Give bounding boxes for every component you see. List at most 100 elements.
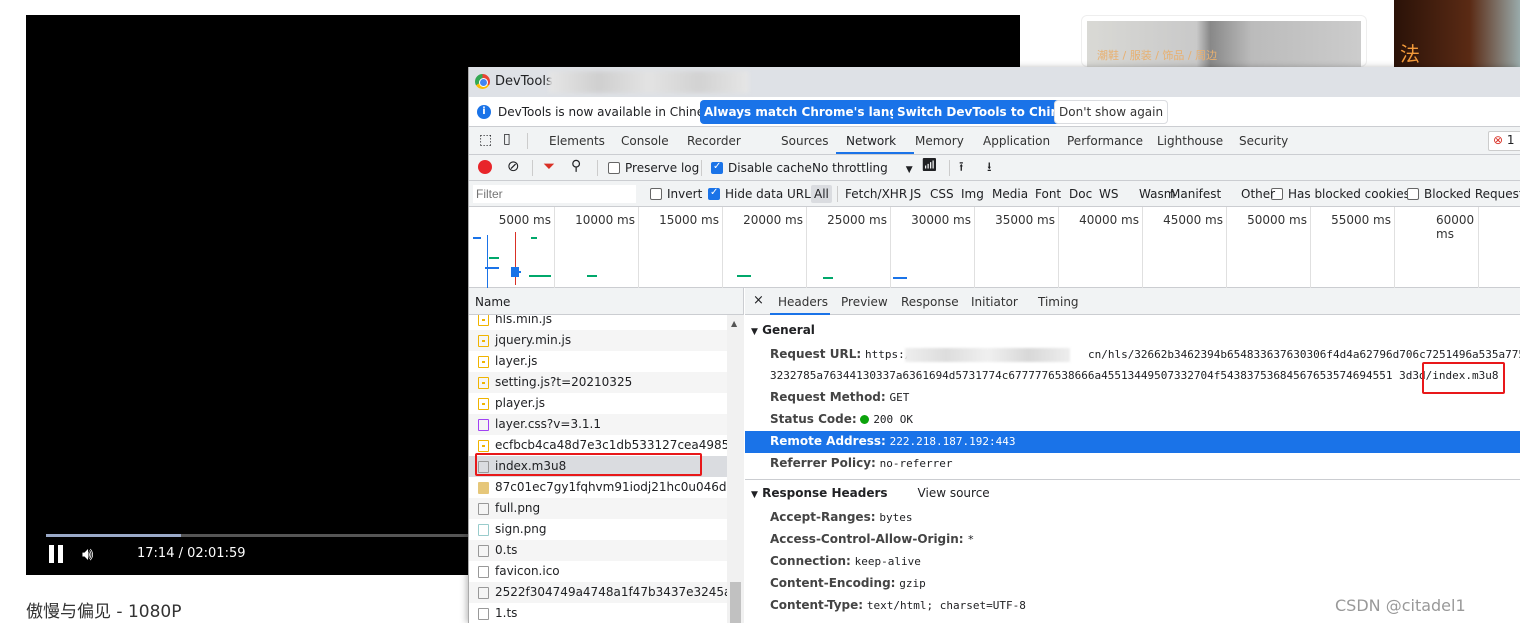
ad-text: 潮鞋 / 服装 / 饰品 / 周边 xyxy=(1087,21,1361,73)
divider xyxy=(837,186,838,202)
filter-type-all[interactable]: All xyxy=(811,185,832,203)
ad-banner[interactable]: 潮鞋 / 服装 / 饰品 / 周边 xyxy=(1081,15,1367,73)
tab-lighthouse[interactable]: Lighthouse xyxy=(1157,134,1223,148)
request-url-line2: 3232785a76344130337a6361694d5731774c6777… xyxy=(770,369,1499,382)
timeline-gridline xyxy=(1226,207,1227,288)
status-code-value: 200 OK xyxy=(873,413,914,426)
request-name: 0.ts xyxy=(495,543,518,557)
request-row[interactable]: setting.js?t=20210325 xyxy=(469,372,727,393)
filter-icon[interactable]: ⏷ xyxy=(543,157,555,175)
general-section-toggle[interactable]: ▼ General xyxy=(751,323,815,337)
request-name: 2522f304749a4748a1f47b3437e3245a xyxy=(495,585,727,599)
timeline-tick-label: 5000 ms xyxy=(498,213,551,227)
file-doc-icon xyxy=(478,587,489,599)
language-infobar: i DevTools is now available in Chinese! … xyxy=(469,97,1520,127)
request-row[interactable]: hls.min.js xyxy=(469,315,727,330)
clear-icon[interactable]: ⊘ xyxy=(507,157,520,175)
file-doc-icon xyxy=(478,566,489,578)
tab-sources[interactable]: Sources xyxy=(781,134,828,148)
request-name: 87c01ec7gy1fqhvm91iodj21hc0u046d.jpg xyxy=(495,480,727,494)
network-conditions-icon[interactable]: 📶︎ xyxy=(921,158,938,173)
tab-memory[interactable]: Memory xyxy=(915,134,964,148)
file-js-icon xyxy=(478,398,489,410)
tab-elements[interactable]: Elements xyxy=(549,134,605,148)
request-row[interactable]: layer.js xyxy=(469,351,727,372)
filter-type-media[interactable]: Media xyxy=(992,187,1028,201)
request-name: full.png xyxy=(495,501,541,515)
disable-cache-checkbox[interactable] xyxy=(711,161,723,174)
throttling-select[interactable]: No throttling ▼ xyxy=(812,161,913,175)
scroll-up-icon[interactable]: ▲ xyxy=(731,319,737,328)
view-source-link[interactable]: View source xyxy=(918,486,990,500)
request-name: player.js xyxy=(495,396,546,410)
search-icon[interactable]: ⚲ xyxy=(571,158,581,174)
filter-type-fetch-xhr[interactable]: Fetch/XHR xyxy=(845,187,907,201)
filter-type-font[interactable]: Font xyxy=(1035,187,1061,201)
preserve-log-checkbox[interactable] xyxy=(608,162,620,174)
ad-image[interactable]: 法 xyxy=(1394,0,1520,76)
inspect-icon[interactable]: ⬚ xyxy=(479,132,492,148)
response-headers-toggle[interactable]: ▼ Response Headers View source xyxy=(751,486,990,500)
request-row[interactable]: player.js xyxy=(469,393,727,414)
request-row[interactable]: 2522f304749a4748a1f47b3437e3245a xyxy=(469,582,727,603)
close-icon[interactable]: × xyxy=(753,293,764,308)
header-name: Content-Encoding: xyxy=(770,576,896,590)
timeline-gridline xyxy=(1394,207,1395,288)
request-row[interactable]: full.png xyxy=(469,498,727,519)
name-column-header[interactable]: Name xyxy=(469,288,743,315)
tab-initiator[interactable]: Initiator xyxy=(971,295,1018,309)
import-har-icon[interactable]: ⭱ xyxy=(959,158,964,180)
filter-input[interactable] xyxy=(473,185,636,203)
infobar-message: DevTools is now available in Chinese! xyxy=(498,105,723,119)
file-png2-icon xyxy=(478,524,489,536)
record-button[interactable] xyxy=(478,160,492,174)
request-row[interactable]: 87c01ec7gy1fqhvm91iodj21hc0u046d.jpg xyxy=(469,477,727,498)
active-tab-underline xyxy=(836,152,914,154)
filter-type-js[interactable]: JS xyxy=(910,187,921,201)
request-row[interactable]: jquery.min.js xyxy=(469,330,727,351)
triangle-down-icon: ▼ xyxy=(751,490,758,500)
scrollbar[interactable]: ▲ xyxy=(727,315,744,623)
filter-bar: Invert Hide data URLs Has blocked cookie… xyxy=(469,181,1520,207)
tab-application[interactable]: Application xyxy=(983,134,1050,148)
timeline-tick-label: 40000 ms xyxy=(1079,213,1139,227)
filter-type-doc[interactable]: Doc xyxy=(1069,187,1092,201)
response-header-row: Connection: keep-alive xyxy=(770,554,921,568)
highlight-annotation xyxy=(1422,362,1505,394)
export-har-icon[interactable]: ⭳ xyxy=(987,158,992,180)
tab-network[interactable]: Network xyxy=(846,134,896,148)
response-header-row: Content-Type: text/html; charset=UTF-8 xyxy=(770,598,1026,612)
volume-icon[interactable]: 🔊︎ xyxy=(82,544,93,565)
pause-button[interactable] xyxy=(48,545,64,563)
device-toolbar-icon[interactable]: ▯ xyxy=(503,131,511,147)
filter-type-ws[interactable]: WS xyxy=(1099,187,1118,201)
scrollbar-thumb[interactable] xyxy=(730,582,741,623)
request-row[interactable]: 0.ts xyxy=(469,540,727,561)
filter-type-img[interactable]: Img xyxy=(961,187,984,201)
error-count: 1 xyxy=(1506,133,1515,147)
tab-preview[interactable]: Preview xyxy=(841,295,888,309)
tab-headers[interactable]: Headers xyxy=(778,295,828,309)
filter-type-manifest[interactable]: Manifest xyxy=(1170,187,1221,201)
filter-type-other[interactable]: Other xyxy=(1241,187,1275,201)
dont-show-again-button[interactable]: Don't show again xyxy=(1054,100,1169,124)
request-row[interactable]: layer.css?v=3.1.1 xyxy=(469,414,727,435)
error-badge[interactable]: ⊗ 1 xyxy=(1488,131,1520,151)
has-blocked-cookies-label: Has blocked cookies xyxy=(1288,187,1410,201)
tab-recorder[interactable]: Recorder xyxy=(687,134,741,148)
invert-checkbox[interactable] xyxy=(650,188,662,200)
tab-timing[interactable]: Timing xyxy=(1038,295,1079,309)
hide-data-urls-label: Hide data URLs xyxy=(725,187,818,201)
timeline-tick-label: 10000 ms xyxy=(575,213,635,227)
request-row[interactable]: 1.ts xyxy=(469,603,727,623)
request-row[interactable]: sign.png xyxy=(469,519,727,540)
blocked-requests-checkbox[interactable] xyxy=(1407,188,1419,200)
filter-type-css[interactable]: CSS xyxy=(930,187,954,201)
tab-console[interactable]: Console xyxy=(621,134,669,148)
tab-response[interactable]: Response xyxy=(901,295,959,309)
tab-security[interactable]: Security xyxy=(1239,134,1288,148)
network-overview-timeline[interactable]: 5000 ms 10000 ms 15000 ms 20000 ms 25000 ms 3… xyxy=(469,207,1520,288)
hide-data-urls-checkbox[interactable] xyxy=(708,187,720,200)
request-row[interactable]: favicon.ico xyxy=(469,561,727,582)
tab-performance[interactable]: Performance xyxy=(1067,134,1143,148)
